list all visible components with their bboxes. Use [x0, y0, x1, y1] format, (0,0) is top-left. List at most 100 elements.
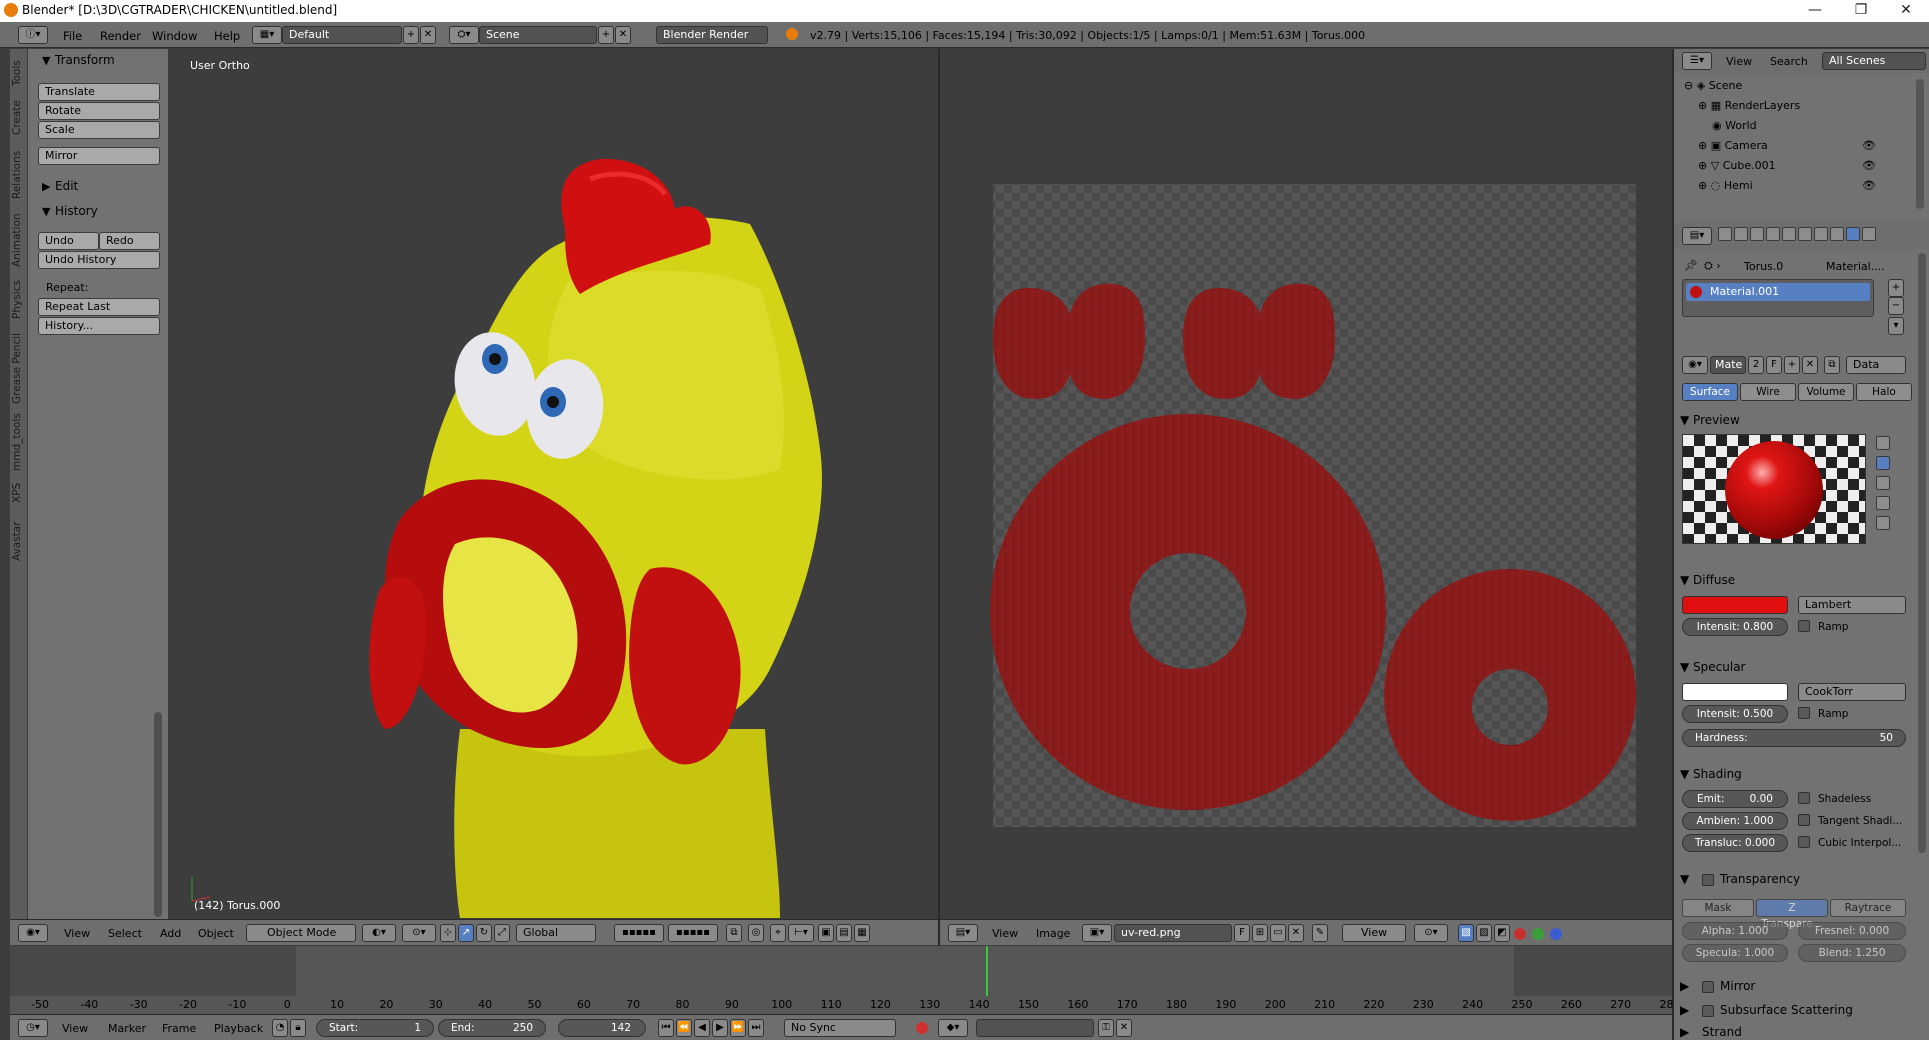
- strand-header[interactable]: ▶: [1680, 1025, 1689, 1039]
- visibility-eye-icon[interactable]: 👁︎: [1862, 139, 1876, 152]
- scale-manipulator-icon[interactable]: ⤢: [494, 924, 510, 942]
- material-browse-icon[interactable]: ◉▾: [1682, 356, 1708, 374]
- layout-add-icon[interactable]: +: [403, 26, 419, 44]
- keying-set-field[interactable]: [976, 1019, 1094, 1037]
- image-unlink-icon[interactable]: ✕: [1288, 924, 1304, 942]
- visibility-eye-icon[interactable]: 👁︎: [1862, 179, 1876, 192]
- scene-icon[interactable]: ⛭▾: [449, 26, 479, 44]
- sss-header[interactable]: ▶: [1680, 1003, 1689, 1017]
- outliner-scrollbar[interactable]: [1916, 79, 1924, 209]
- translucency-field[interactable]: Transluc: 0.000: [1682, 834, 1788, 852]
- outliner-filter-select[interactable]: All Scenes: [1822, 52, 1926, 70]
- menu-add[interactable]: Add: [160, 927, 181, 940]
- hardness-field[interactable]: Hardness: 50: [1682, 729, 1906, 747]
- expand-icon[interactable]: ⊕: [1698, 99, 1711, 112]
- expand-icon[interactable]: ⊖: [1684, 79, 1697, 92]
- tab-volume[interactable]: Volume: [1798, 383, 1854, 401]
- material-tab-icon[interactable]: [1846, 227, 1860, 241]
- editor-type-properties-icon[interactable]: ▤▾: [1682, 227, 1712, 245]
- play-icon[interactable]: ▶: [712, 1019, 728, 1037]
- sync-mode-select[interactable]: No Sync: [784, 1019, 896, 1037]
- render-engine-select[interactable]: Blender Render: [656, 26, 768, 44]
- menu-outliner-view[interactable]: View: [1726, 55, 1752, 68]
- layers-icon-2[interactable]: ▪▪▪▪▪: [668, 924, 718, 942]
- history-button[interactable]: History...: [38, 317, 160, 335]
- specular-intensity-field[interactable]: Intensit: 0.500: [1682, 705, 1788, 723]
- tab-surface[interactable]: Surface: [1682, 383, 1738, 401]
- editor-type-info-icon[interactable]: ⓘ▾: [18, 26, 48, 44]
- menu-object[interactable]: Object: [198, 927, 234, 940]
- menu-outliner-search[interactable]: Search: [1770, 55, 1808, 68]
- specular-alpha-field[interactable]: Specula: 1.000: [1682, 944, 1788, 962]
- menu-render[interactable]: Render: [100, 29, 141, 43]
- diffuse-ramp-checkbox[interactable]: [1798, 620, 1810, 632]
- jump-keyframe-forward-icon[interactable]: ⏩: [730, 1019, 746, 1037]
- view-mode-select[interactable]: View: [1342, 924, 1406, 942]
- image-open-icon[interactable]: ▭: [1270, 924, 1286, 942]
- editor-type-timeline-icon[interactable]: ◷▾: [18, 1019, 48, 1037]
- record-icon[interactable]: [916, 1022, 928, 1034]
- render-tab-icon[interactable]: [1718, 227, 1732, 241]
- outliner-scene[interactable]: ⊖ ◈ Scene: [1684, 79, 1742, 95]
- end-frame-field[interactable]: End: 250: [438, 1019, 546, 1037]
- mirror-button[interactable]: Mirror: [38, 147, 160, 165]
- specular-ramp-checkbox[interactable]: [1798, 707, 1810, 719]
- menu-uv-view[interactable]: View: [992, 927, 1018, 940]
- opengl-render-icon[interactable]: ▣: [818, 924, 834, 942]
- tab-avastar[interactable]: Avastar: [11, 515, 27, 567]
- current-frame-field[interactable]: 142: [558, 1019, 646, 1037]
- properties-scrollbar[interactable]: [1918, 253, 1926, 853]
- pin-icon[interactable]: 📌︎: [1684, 259, 1698, 272]
- pivot-uv-icon[interactable]: ⊙▾: [1414, 924, 1448, 942]
- pin-icon[interactable]: ✎: [1312, 924, 1328, 942]
- object-tab-icon[interactable]: [1782, 227, 1796, 241]
- preview-hair-icon[interactable]: [1876, 516, 1890, 530]
- cubic-interpolation-checkbox[interactable]: [1798, 836, 1810, 848]
- transform-arrow-icon[interactable]: ▼: [42, 54, 50, 67]
- proportional-icon[interactable]: ◎: [748, 924, 764, 942]
- insert-keyframe-icon[interactable]: ⚿: [1098, 1019, 1114, 1037]
- scene-tab-icon[interactable]: [1750, 227, 1764, 241]
- data-tab-icon[interactable]: [1830, 227, 1844, 241]
- play-reverse-icon[interactable]: ◀: [694, 1019, 710, 1037]
- preview-monkey-icon[interactable]: [1876, 496, 1890, 510]
- delete-keyframe-icon[interactable]: ✕: [1116, 1019, 1132, 1037]
- outliner-world[interactable]: ◉ World: [1712, 119, 1757, 135]
- display-rgb-icon[interactable]: ▧: [1458, 924, 1474, 942]
- tab-halo[interactable]: Halo: [1856, 383, 1912, 401]
- specular-header[interactable]: ▼ Specular: [1680, 660, 1746, 674]
- minimize-button[interactable]: —: [1792, 0, 1838, 22]
- timeline[interactable]: -50 -40 -30 -20 -10 0 10 20 30 40 50 60 70 80 90 100 110…: [10, 946, 1681, 1014]
- tab-mmd-tools[interactable]: mmd_tools: [11, 411, 27, 473]
- history-header[interactable]: History: [55, 204, 98, 218]
- constraints-tab-icon[interactable]: [1798, 227, 1812, 241]
- transp-ztransparency-tab[interactable]: Z Transpare...: [1756, 899, 1828, 930]
- tab-create[interactable]: Create: [11, 97, 27, 139]
- redo-button[interactable]: Redo: [99, 232, 160, 250]
- outliner-camera[interactable]: ⊕ ▣ Camera: [1698, 139, 1768, 155]
- material-users-count[interactable]: 2: [1748, 356, 1764, 374]
- fake-user-button[interactable]: F: [1234, 924, 1250, 942]
- preview-range-icon[interactable]: ◔: [272, 1019, 288, 1037]
- channel-blue-icon[interactable]: [1550, 928, 1562, 940]
- tab-relations[interactable]: Relations: [11, 147, 27, 203]
- display-z-icon[interactable]: ◩: [1494, 924, 1510, 942]
- mirror-checkbox[interactable]: [1702, 981, 1714, 993]
- scene-remove-icon[interactable]: ✕: [615, 26, 631, 44]
- menu-image[interactable]: Image: [1036, 927, 1070, 940]
- scale-button[interactable]: Scale: [38, 121, 160, 139]
- start-frame-field[interactable]: Start: 1: [316, 1019, 434, 1037]
- emit-field[interactable]: Emit: 0.00: [1682, 790, 1788, 808]
- jump-keyframe-back-icon[interactable]: ⏪: [676, 1019, 692, 1037]
- tab-grease-pencil[interactable]: Grease Pencil: [11, 331, 27, 405]
- scene-field[interactable]: Scene: [479, 26, 597, 44]
- outliner-cube[interactable]: ⊕ ▽ Cube.001: [1698, 159, 1776, 175]
- display-alpha-icon[interactable]: ▨: [1476, 924, 1492, 942]
- transp-raytrace-tab[interactable]: Raytrace: [1830, 899, 1906, 917]
- node-icon[interactable]: ⧉: [1824, 356, 1840, 374]
- menu-file[interactable]: File: [63, 29, 82, 43]
- current-frame-marker[interactable]: [986, 946, 988, 996]
- menu-frame[interactable]: Frame: [162, 1022, 196, 1035]
- history-arrow-icon[interactable]: ▼: [42, 205, 50, 218]
- snap-icon[interactable]: ⌖: [770, 924, 786, 942]
